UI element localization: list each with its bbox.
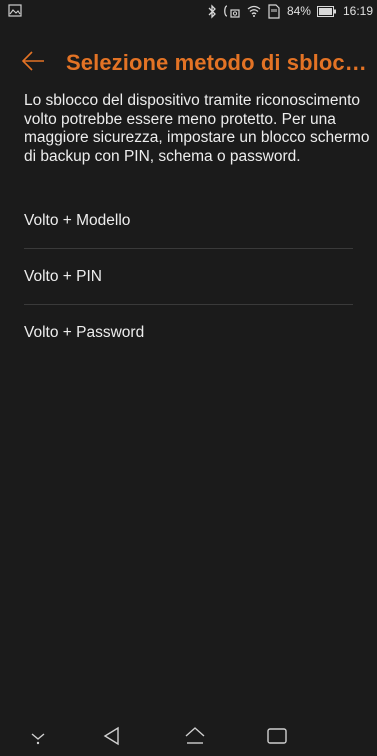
status-icons: 84% 16:19 [207,3,373,19]
page-title: Selezione metodo di sbloc… [66,50,367,75]
battery-percent: 84% [286,4,311,18]
image-icon [8,4,22,18]
status-bar: 84% 16:19 [0,0,377,22]
unlock-method-list: Volto + Modello Volto + PIN Volto + Pass… [24,193,353,361]
vibrate-icon [223,4,241,19]
app-bar: Selezione metodo di sbloc… [0,40,377,84]
back-icon[interactable] [98,724,126,748]
security-notice: Lo sblocco del dispositivo tramite ricon… [24,92,370,165]
back-arrow-icon[interactable] [20,48,46,74]
option-face-password[interactable]: Volto + Password [24,305,353,361]
option-face-pattern[interactable]: Volto + Modello [24,193,353,249]
bluetooth-icon [207,3,217,19]
recents-icon[interactable] [263,724,291,748]
home-icon[interactable] [181,724,209,748]
option-face-pin[interactable]: Volto + PIN [24,249,353,305]
sim-icon [267,3,281,19]
wifi-icon [247,4,261,18]
collapse-icon[interactable] [24,724,52,748]
battery-icon [316,5,337,17]
clock: 16:19 [342,4,373,18]
navigation-bar [0,716,377,756]
